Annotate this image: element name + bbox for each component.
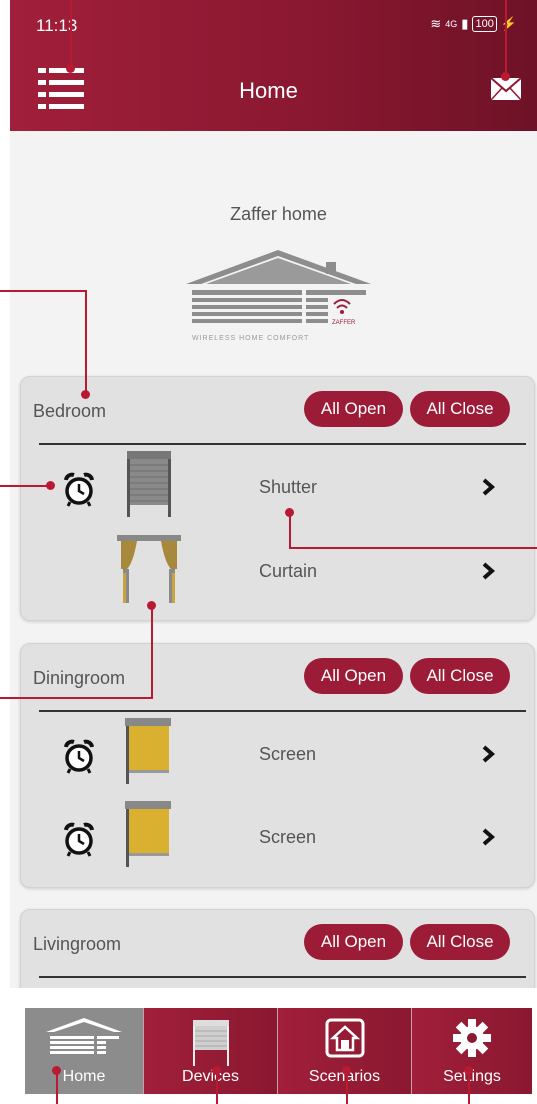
device-name: Screen	[259, 744, 317, 764]
nav-scenarios[interactable]: Scenarios	[278, 1008, 412, 1094]
device-row-curtain[interactable]: Curtain	[21, 533, 534, 613]
status-icons: ≋ 4G ▮ 100 ⚡	[430, 16, 517, 32]
annotation-dot	[147, 601, 156, 610]
battery-level: 100	[472, 16, 497, 32]
annotation-line	[289, 547, 537, 549]
shutter-device-icon	[192, 1020, 229, 1066]
nav-devices[interactable]: Devices	[144, 1008, 278, 1094]
signal-label: 4G	[445, 19, 458, 29]
all-close-button[interactable]: All Close	[410, 658, 510, 694]
scenario-house-icon	[325, 1018, 364, 1058]
zaffer-logo: ZAFFER WIRELESS HOME COMFORT	[186, 250, 371, 342]
chevron-right-icon[interactable]	[481, 561, 495, 581]
room-title: Diningroom	[33, 668, 126, 688]
alarm-clock-icon[interactable]	[61, 471, 97, 507]
screen-icon	[125, 718, 171, 784]
annotation-dot	[52, 1066, 61, 1075]
left-margin	[0, 0, 10, 1104]
room-title: Livingroom	[33, 934, 122, 954]
annotation-line	[289, 512, 291, 548]
wifi-icon: ≋	[430, 16, 442, 31]
annotation-line	[70, 0, 72, 68]
device-name: Shutter	[259, 477, 318, 497]
annotation-line	[0, 290, 86, 292]
nav-settings[interactable]: Settings	[412, 1008, 532, 1094]
logo-tagline: WIRELESS HOME COMFORT	[192, 335, 309, 342]
all-open-button[interactable]: All Open	[304, 391, 403, 427]
home-name: Zaffer home	[230, 204, 327, 224]
home-logo-icon	[46, 1018, 122, 1054]
nav-label: Home	[62, 1068, 106, 1085]
annotation-dot	[212, 1066, 221, 1075]
all-open-button[interactable]: All Open	[304, 658, 403, 694]
device-name: Curtain	[259, 561, 318, 581]
alarm-clock-icon[interactable]	[61, 738, 97, 774]
device-row-shutter[interactable]: Shutter	[21, 447, 534, 527]
annotation-line	[468, 1070, 470, 1104]
annotation-line	[216, 1070, 218, 1104]
device-name: Screen	[259, 827, 317, 847]
chevron-right-icon[interactable]	[481, 477, 495, 497]
divider	[39, 976, 526, 978]
bottom-nav: Home Devices Scenarios Settings	[25, 1008, 532, 1094]
chevron-right-icon[interactable]	[481, 827, 495, 847]
annotation-dot	[501, 72, 510, 81]
screen-icon	[125, 801, 171, 867]
annotation-line	[346, 1070, 348, 1104]
logo-brand: ZAFFER	[332, 320, 356, 326]
shutter-icon	[127, 451, 171, 517]
nav-home[interactable]: Home	[25, 1008, 144, 1094]
gear-icon	[453, 1019, 491, 1057]
nav-label: Devices	[182, 1068, 239, 1085]
annotation-line	[85, 290, 87, 395]
room-card-diningroom: Diningroom All Open All Close Screen Scr…	[20, 643, 535, 888]
all-close-button[interactable]: All Close	[410, 391, 510, 427]
annotation-dot	[46, 481, 55, 490]
annotation-dot	[66, 64, 75, 73]
device-row-screen[interactable]: Screen	[21, 797, 534, 877]
room-card-bedroom: Bedroom All Open All Close Shutter Curta…	[20, 376, 535, 621]
annotation-dot	[342, 1066, 351, 1075]
annotation-dot	[81, 390, 90, 399]
device-row-screen[interactable]: Screen	[21, 714, 534, 794]
all-open-button[interactable]: All Open	[304, 924, 403, 960]
annotation-line	[56, 1070, 58, 1104]
chevron-right-icon[interactable]	[481, 744, 495, 764]
annotation-line	[505, 0, 507, 76]
all-close-button[interactable]: All Close	[410, 924, 510, 960]
page-title: Home	[239, 78, 298, 103]
alarm-clock-icon[interactable]	[61, 821, 97, 857]
annotation-dot	[464, 1066, 473, 1075]
room-title: Bedroom	[33, 401, 107, 421]
annotation-line	[151, 605, 153, 698]
curtain-icon	[117, 535, 181, 603]
signal-bars-icon: ▮	[461, 16, 469, 31]
status-bar: 11:13 ≋ 4G ▮ 100 ⚡	[10, 0, 527, 52]
annotation-line	[0, 485, 50, 487]
annotation-line	[0, 697, 153, 699]
divider	[39, 443, 526, 445]
charging-icon: ⚡	[500, 16, 517, 31]
divider	[39, 710, 526, 712]
annotation-dot	[285, 508, 294, 517]
